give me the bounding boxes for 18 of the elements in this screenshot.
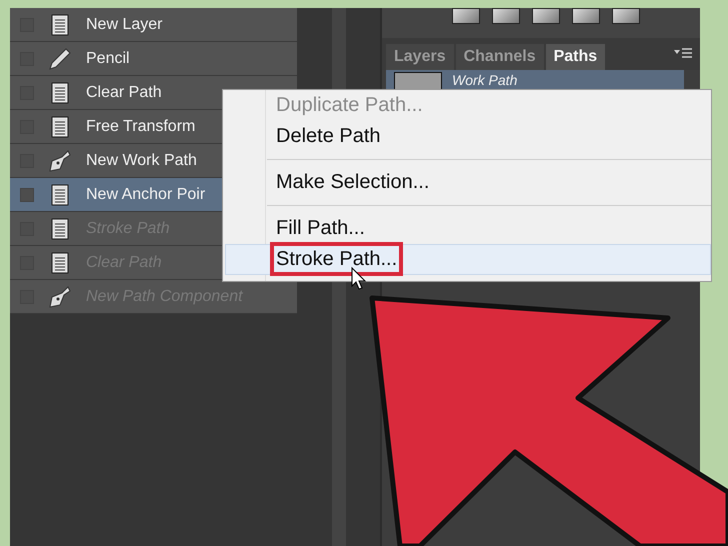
- swatch-icon[interactable]: [532, 8, 560, 24]
- swatch-icon[interactable]: [612, 8, 640, 24]
- panel-tab[interactable]: Channels: [456, 44, 544, 70]
- toggle-box[interactable]: [20, 188, 34, 202]
- panel-menu-icon[interactable]: [674, 46, 692, 60]
- menu-item[interactable]: Stroke Path...: [225, 244, 711, 275]
- path-name: Work Path: [452, 72, 518, 88]
- history-item[interactable]: Pencil: [10, 42, 297, 76]
- swatch-icon[interactable]: [572, 8, 600, 24]
- panel-tab[interactable]: Layers: [386, 44, 454, 70]
- cursor-icon: [352, 266, 366, 290]
- swatch-icon[interactable]: [492, 8, 520, 24]
- pencil-icon: [48, 46, 72, 70]
- pen-nib-icon: [48, 284, 72, 308]
- pen-nib-icon: [48, 148, 72, 172]
- panel-tab[interactable]: Paths: [546, 44, 606, 70]
- swatch-icon[interactable]: [452, 8, 480, 24]
- history-item[interactable]: New Layer: [10, 8, 297, 42]
